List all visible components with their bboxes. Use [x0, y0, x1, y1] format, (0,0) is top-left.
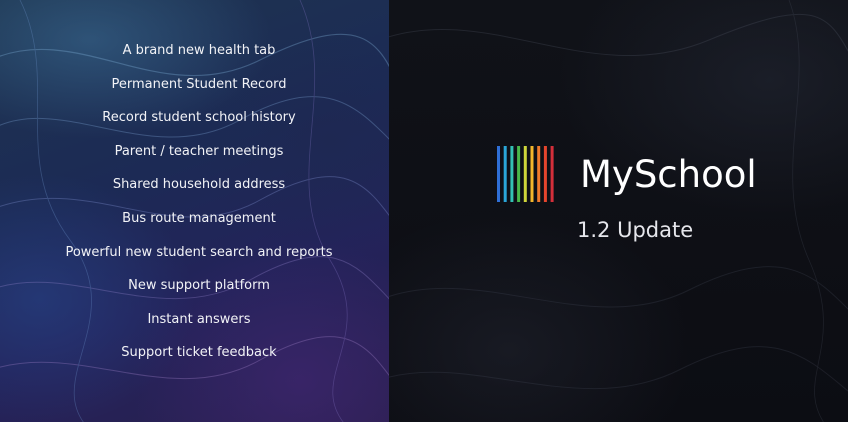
- logo-bar: [523, 146, 527, 202]
- feature-item: Bus route management: [122, 210, 276, 226]
- feature-item: Instant answers: [147, 311, 251, 327]
- swirl-background: [389, 0, 848, 422]
- feature-item: Record student school history: [102, 110, 296, 126]
- feature-item: New support platform: [128, 278, 270, 294]
- feature-panel: A brand new health tab Permanent Student…: [0, 0, 389, 422]
- logo-bar: [550, 146, 554, 202]
- feature-item: Permanent Student Record: [111, 76, 287, 92]
- logo-bar: [503, 146, 507, 202]
- feature-item: Parent / teacher meetings: [114, 143, 284, 159]
- brand-name: MySchool: [580, 153, 757, 196]
- brand-panel: [389, 0, 848, 422]
- logo-bar: [517, 146, 521, 202]
- logo-bar: [497, 146, 500, 202]
- logo-bar: [543, 146, 547, 202]
- rainbow-bars-logo-icon: [497, 146, 554, 202]
- logo-bar: [510, 146, 514, 202]
- feature-item: Powerful new student search and reports: [65, 244, 333, 260]
- feature-item: Support ticket feedback: [121, 345, 277, 361]
- logo-bar: [530, 146, 534, 202]
- feature-item: A brand new health tab: [122, 43, 276, 58]
- logo-bar: [537, 146, 541, 202]
- version-label: 1.2 Update: [577, 218, 694, 242]
- feature-item: Shared household address: [112, 177, 286, 193]
- feature-list: A brand new health tab Permanent Student…: [0, 40, 398, 376]
